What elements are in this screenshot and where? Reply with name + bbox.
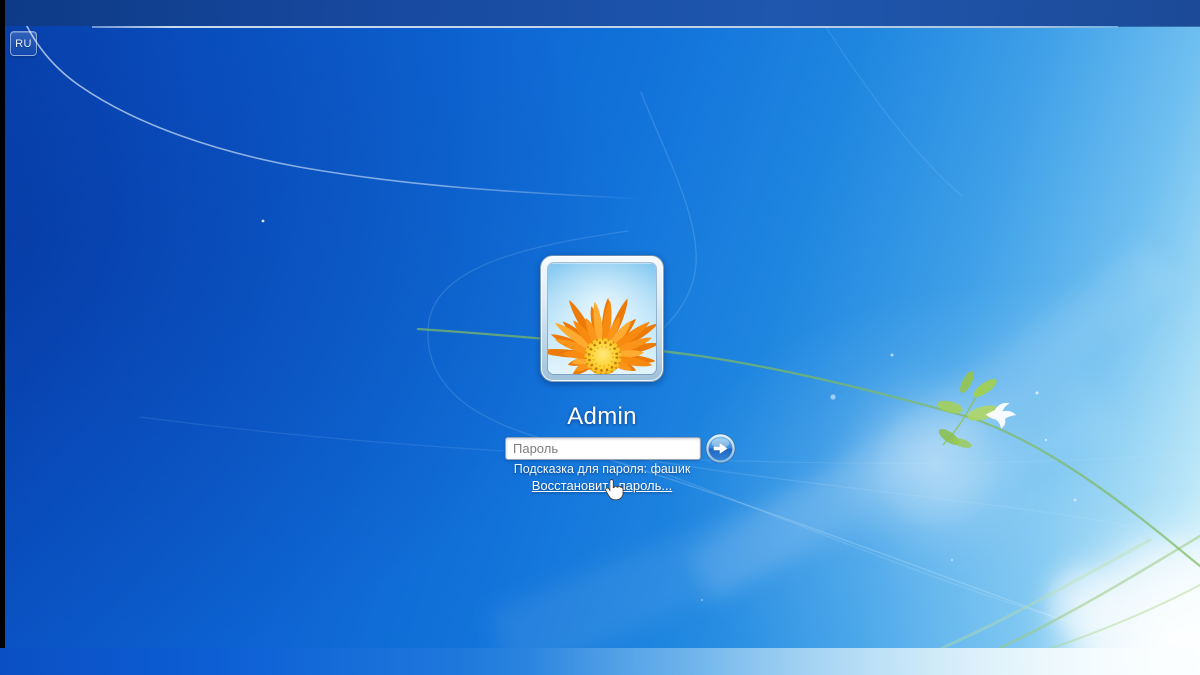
banner-separator-line (92, 26, 1118, 28)
recover-password-link[interactable]: Восстановить пароль... (402, 478, 802, 493)
user-avatar-tile[interactable] (540, 255, 664, 382)
hand-cursor-icon (605, 479, 624, 501)
password-input[interactable] (505, 437, 701, 460)
language-indicator[interactable]: RU (10, 31, 37, 56)
arrow-right-icon (705, 433, 736, 464)
gerbera-flower-icon (548, 263, 656, 374)
top-banner (0, 0, 1200, 26)
username-label: Admin (567, 403, 637, 430)
bottom-strip (0, 648, 1200, 675)
go-button[interactable] (705, 433, 736, 464)
password-hint: Подсказка для пароля: фашик (513, 462, 691, 476)
avatar-picture (547, 262, 657, 375)
letterbox-bar-left (0, 0, 5, 648)
banner-separator-line-dark (1118, 26, 1200, 27)
language-indicator-label: RU (15, 37, 32, 50)
logon-screen: RU Admin Пароль Подсказка для пароля: фа… (0, 0, 1200, 675)
